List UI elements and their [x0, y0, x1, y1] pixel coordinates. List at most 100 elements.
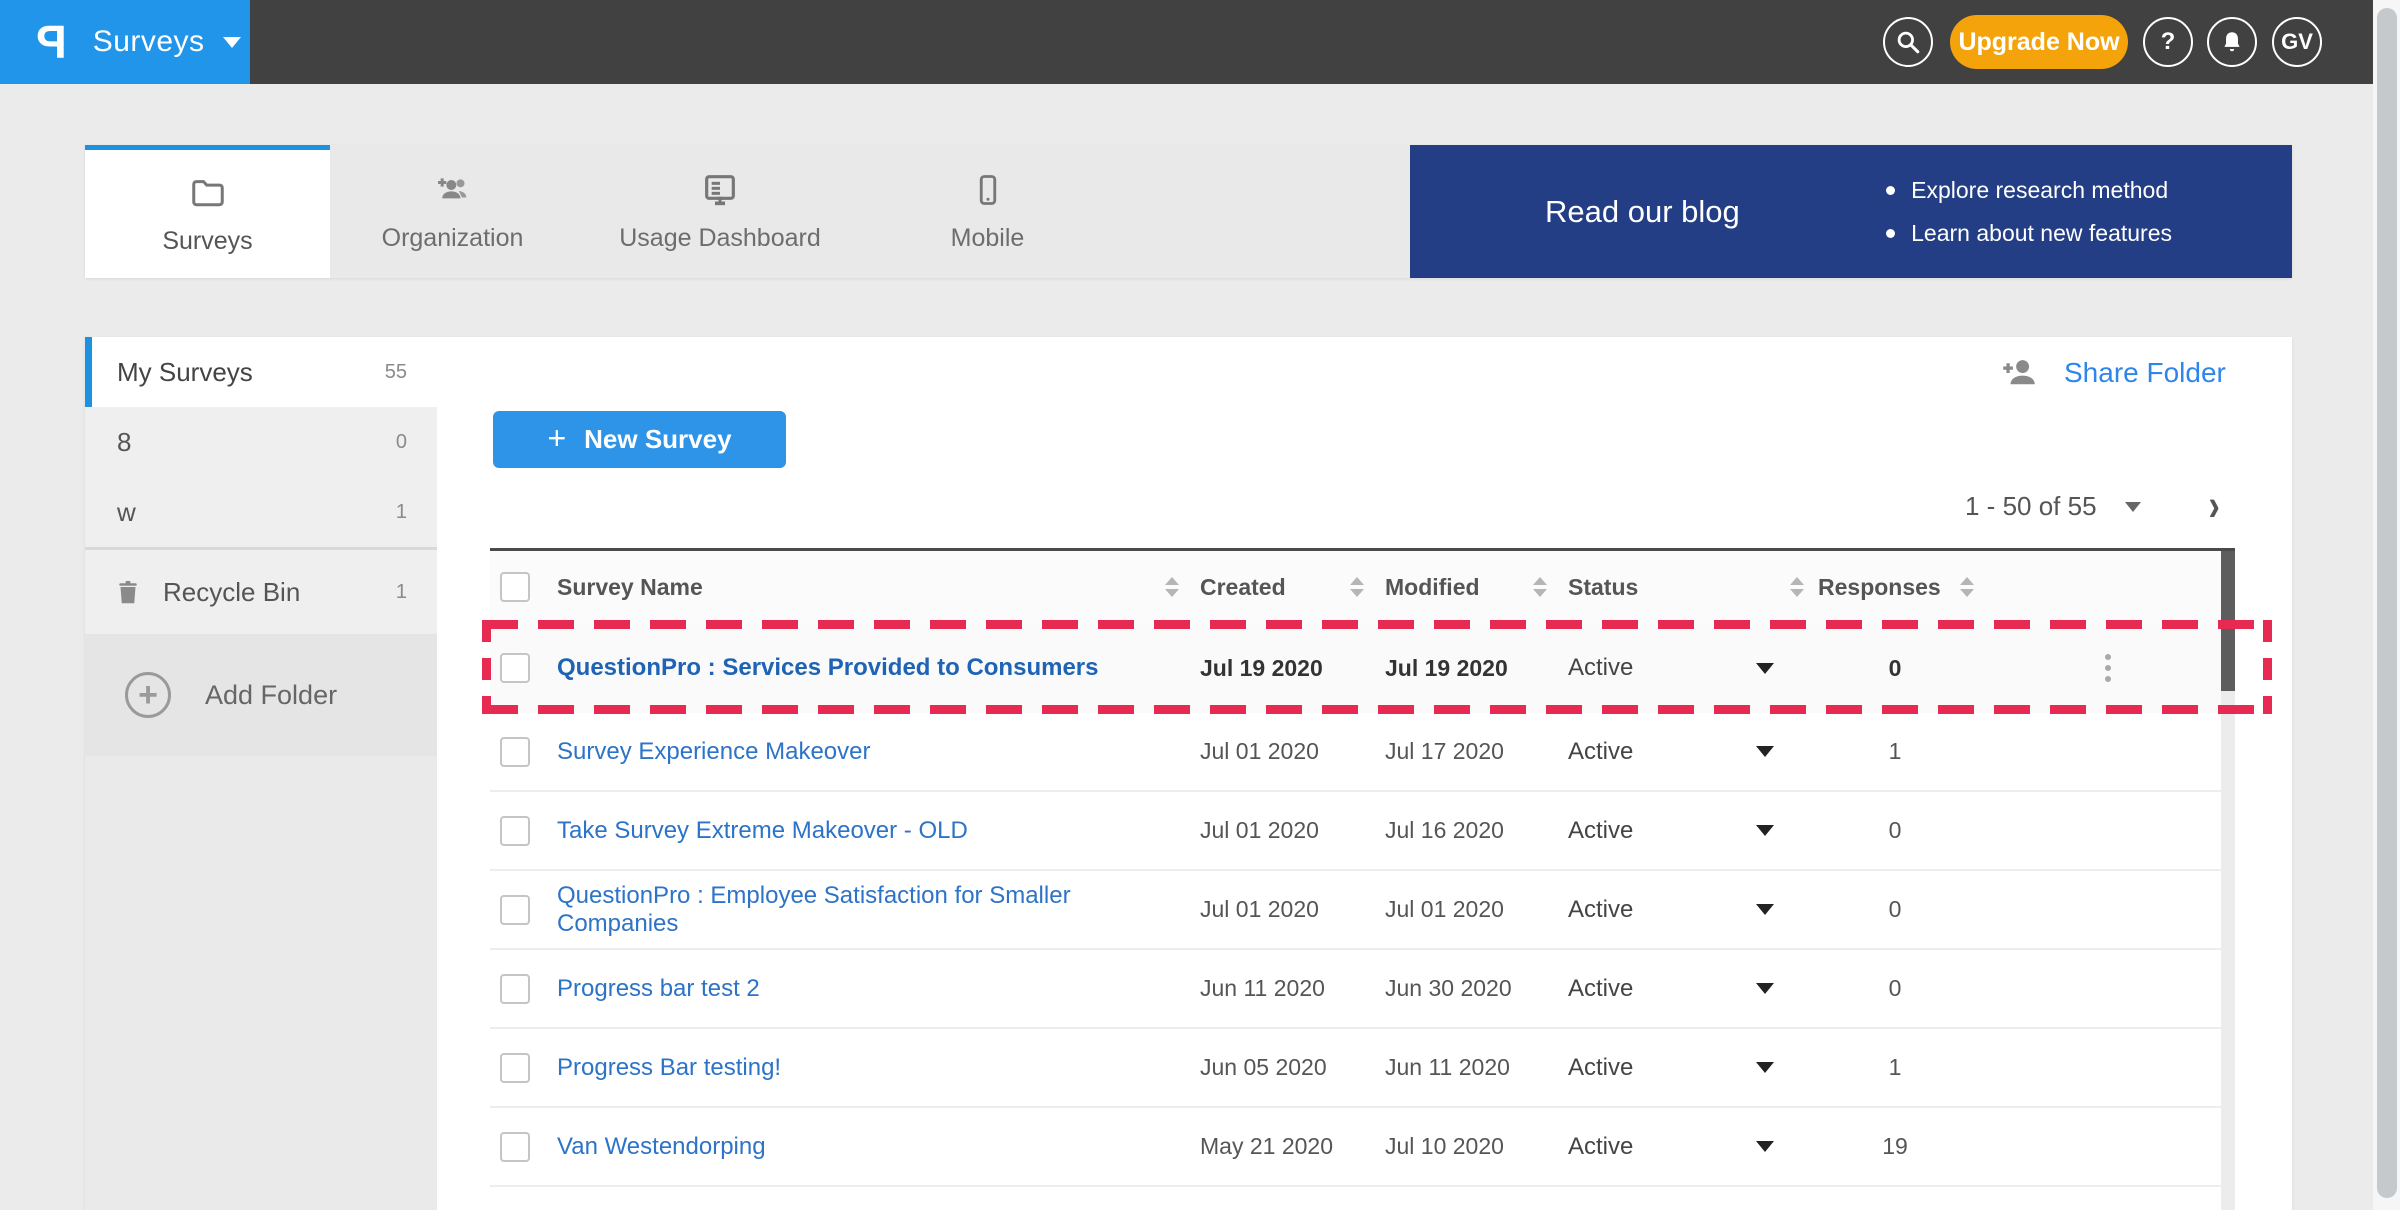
- search-icon: [1895, 29, 1921, 55]
- column-label: Status: [1568, 574, 1638, 601]
- created-date-cell: Jun 11 2020: [1185, 975, 1370, 1002]
- table-header-row: Survey Name Created Modified Status Resp…: [490, 551, 2235, 623]
- recycle-bin-item[interactable]: Recycle Bin 1: [85, 550, 437, 634]
- sort-icon[interactable]: [1790, 577, 1804, 597]
- survey-name-link[interactable]: Progress Bar testing!: [557, 1054, 781, 1081]
- dashboard-icon: [700, 170, 740, 210]
- blog-banner-title[interactable]: Read our blog: [1545, 194, 1740, 230]
- blog-bullet-list: Explore research method Learn about new …: [1886, 177, 2172, 247]
- folder-count: 0: [396, 431, 407, 454]
- blog-banner: Read our blog Explore research method Le…: [1410, 145, 2292, 278]
- sort-icon[interactable]: [1533, 577, 1547, 597]
- created-date-cell: Jul 01 2020: [1185, 896, 1370, 923]
- modified-date-cell: Jul 19 2020: [1370, 655, 1553, 682]
- row-checkbox[interactable]: [500, 816, 530, 846]
- search-button[interactable]: [1883, 17, 1933, 67]
- row-checkbox[interactable]: [500, 653, 530, 683]
- module-tab[interactable]: Organization: [330, 145, 575, 278]
- folder-list-item[interactable]: My Surveys 55: [85, 337, 437, 407]
- status-value[interactable]: Active: [1553, 1054, 1720, 1082]
- module-tab[interactable]: Mobile: [865, 145, 1110, 278]
- status-value[interactable]: Active: [1553, 654, 1720, 682]
- modified-date-cell: Jun 30 2020: [1370, 975, 1553, 1002]
- column-header-created[interactable]: Created: [1185, 551, 1370, 623]
- new-survey-button[interactable]: + New Survey: [493, 411, 786, 468]
- folder-count: 55: [385, 361, 407, 384]
- status-dropdown-caret[interactable]: [1720, 825, 1810, 836]
- sort-icon[interactable]: [1960, 577, 1974, 597]
- select-all-checkbox[interactable]: [500, 572, 530, 602]
- blog-bullet-item: Learn about new features: [1886, 220, 2172, 247]
- survey-name-link[interactable]: QuestionPro : Employee Satisfaction for …: [557, 882, 1071, 937]
- column-header-modified[interactable]: Modified: [1370, 551, 1553, 623]
- next-page-button[interactable]: ›: [2209, 481, 2220, 532]
- status-value[interactable]: Active: [1553, 738, 1720, 766]
- created-date-cell: Jul 01 2020: [1185, 817, 1370, 844]
- folder-label: w: [117, 497, 136, 528]
- column-header-survey-name[interactable]: Survey Name: [545, 551, 1185, 623]
- survey-row: mail test test d Jul 01 2020 Jul 01 2020…: [490, 1187, 2235, 1210]
- status-value[interactable]: Active: [1553, 817, 1720, 845]
- row-checkbox[interactable]: [500, 1132, 530, 1162]
- page-scrollbar-thumb[interactable]: [2377, 8, 2397, 1198]
- tab-label: Surveys: [162, 227, 252, 256]
- responses-count: 0: [1810, 817, 1980, 844]
- row-menu-kebab-icon[interactable]: [2099, 648, 2117, 688]
- folder-list-item[interactable]: w 1: [85, 477, 437, 547]
- add-group-icon: [433, 170, 473, 210]
- mobile-icon: [968, 170, 1008, 210]
- folder-icon: [188, 173, 228, 213]
- trash-icon: [113, 577, 143, 607]
- help-button[interactable]: ?: [2143, 17, 2193, 67]
- column-label: Modified: [1385, 574, 1480, 601]
- folder-list-item[interactable]: 8 0: [85, 407, 437, 477]
- upgrade-now-button[interactable]: Upgrade Now: [1950, 15, 2128, 69]
- sort-icon[interactable]: [1350, 577, 1364, 597]
- column-header-responses[interactable]: Responses: [1810, 551, 1980, 623]
- share-folder-link[interactable]: Share Folder: [2000, 355, 2226, 391]
- status-dropdown-caret[interactable]: [1720, 983, 1810, 994]
- status-value[interactable]: Active: [1553, 1133, 1720, 1161]
- page-scrollbar-track[interactable]: [2373, 0, 2400, 1210]
- status-dropdown-caret[interactable]: [1720, 904, 1810, 915]
- row-checkbox[interactable]: [500, 1053, 530, 1083]
- survey-name-link[interactable]: Van Westendorping: [557, 1133, 766, 1160]
- top-navigation-bar: P Surveys Upgrade Now ? GV: [0, 0, 2373, 84]
- survey-row: Take Survey Extreme Makeover - OLD Jul 0…: [490, 792, 2235, 871]
- survey-name-link[interactable]: QuestionPro : Services Provided to Consu…: [557, 654, 1098, 681]
- survey-name-cell: Progress bar test 2: [545, 975, 1185, 1003]
- survey-name-link[interactable]: Take Survey Extreme Makeover - OLD: [557, 817, 968, 844]
- table-scrollbar-track[interactable]: [2221, 551, 2235, 1210]
- row-checkbox[interactable]: [500, 895, 530, 925]
- module-tab[interactable]: Usage Dashboard: [575, 145, 865, 278]
- status-value[interactable]: Active: [1553, 975, 1720, 1003]
- column-header-status[interactable]: Status: [1553, 551, 1810, 623]
- status-dropdown-caret[interactable]: [1720, 663, 1810, 674]
- responses-count: 0: [1810, 896, 1980, 923]
- recycle-bin-count: 1: [396, 581, 407, 604]
- sort-icon[interactable]: [1165, 577, 1179, 597]
- survey-row: QuestionPro : Employee Satisfaction for …: [490, 871, 2235, 950]
- survey-name-cell: QuestionPro : Services Provided to Consu…: [545, 654, 1185, 682]
- status-dropdown-caret[interactable]: [1720, 746, 1810, 757]
- created-date-cell: Jun 05 2020: [1185, 1054, 1370, 1081]
- column-label: Survey Name: [557, 574, 703, 601]
- module-tab[interactable]: Surveys: [85, 145, 330, 278]
- status-value[interactable]: Active: [1553, 896, 1720, 924]
- status-dropdown-caret[interactable]: [1720, 1141, 1810, 1152]
- column-label: Responses: [1818, 574, 1941, 601]
- notifications-button[interactable]: [2207, 17, 2257, 67]
- survey-name-link[interactable]: Survey Experience Makeover: [557, 738, 870, 765]
- survey-name-cell: QuestionPro : Employee Satisfaction for …: [545, 882, 1185, 938]
- app-menu-label: Surveys: [93, 25, 205, 59]
- add-folder-button[interactable]: + Add Folder: [85, 634, 437, 756]
- table-scrollbar-thumb[interactable]: [2221, 551, 2235, 691]
- app-switcher[interactable]: P Surveys: [0, 0, 250, 84]
- survey-name-link[interactable]: Progress bar test 2: [557, 975, 760, 1002]
- row-checkbox[interactable]: [500, 737, 530, 767]
- user-avatar[interactable]: GV: [2272, 17, 2322, 67]
- survey-name-cell: Progress Bar testing!: [545, 1054, 1185, 1082]
- row-checkbox[interactable]: [500, 974, 530, 1004]
- status-dropdown-caret[interactable]: [1720, 1062, 1810, 1073]
- pagination-dropdown-caret[interactable]: [2125, 502, 2141, 512]
